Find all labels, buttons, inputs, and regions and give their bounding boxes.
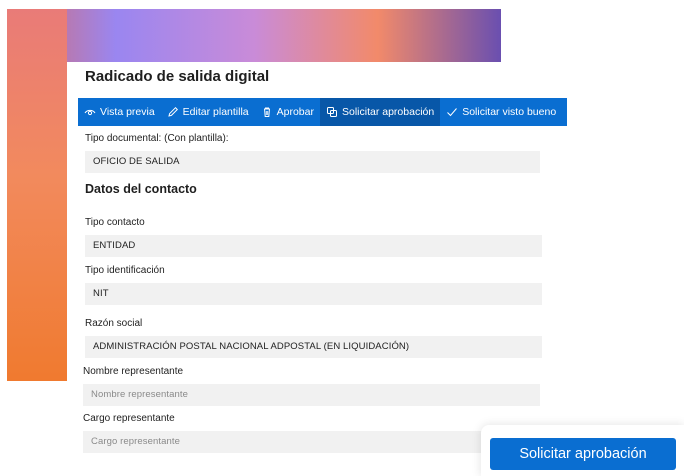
approve-button[interactable]: Aprobar (255, 98, 320, 126)
contact-section-title: Datos del contacto (85, 182, 197, 196)
approve-button-label: Aprobar (276, 106, 314, 118)
trash-icon (261, 106, 273, 118)
floating-request-approval-button[interactable]: Solicitar aprobación (490, 438, 676, 470)
copy-icon (326, 106, 338, 118)
representative-position-label: Cargo representante (83, 413, 175, 424)
request-approval-button[interactable]: Solicitar aprobación (319, 98, 441, 126)
id-type-label: Tipo identificación (85, 265, 165, 276)
id-type-field[interactable]: NIT (85, 283, 542, 305)
representative-name-input[interactable]: Nombre representante (83, 384, 540, 406)
document-type-label: Tipo documental: (Con plantilla): (85, 133, 229, 144)
preview-button-label: Vista previa (100, 106, 155, 118)
representative-name-label: Nombre representante (83, 366, 184, 377)
company-name-field[interactable]: ADMINISTRACIÓN POSTAL NACIONAL ADPOSTAL … (85, 336, 542, 358)
eye-icon (84, 106, 96, 118)
company-name-label: Razón social (85, 318, 143, 329)
check-icon (446, 106, 458, 118)
request-endorsement-button-label: Solicitar visto bueno (462, 106, 557, 118)
contact-type-label: Tipo contacto (85, 217, 145, 228)
request-endorsement-button[interactable]: Solicitar visto bueno (440, 98, 562, 126)
edit-template-button[interactable]: Editar plantilla (161, 98, 255, 126)
background-gradient-left (7, 9, 67, 381)
contact-type-field[interactable]: ENTIDAD (85, 235, 542, 257)
pencil-icon (167, 106, 179, 118)
document-type-field[interactable]: OFICIO DE SALIDA (85, 151, 540, 173)
action-toolbar: Vista previa Editar plantilla Aprobar So… (78, 98, 567, 126)
preview-button[interactable]: Vista previa (78, 98, 161, 126)
request-approval-button-label: Solicitar aprobación (341, 106, 435, 118)
edit-template-button-label: Editar plantilla (182, 106, 249, 118)
representative-position-input[interactable]: Cargo representante (83, 431, 540, 453)
page-title: Radicado de salida digital (85, 68, 270, 85)
